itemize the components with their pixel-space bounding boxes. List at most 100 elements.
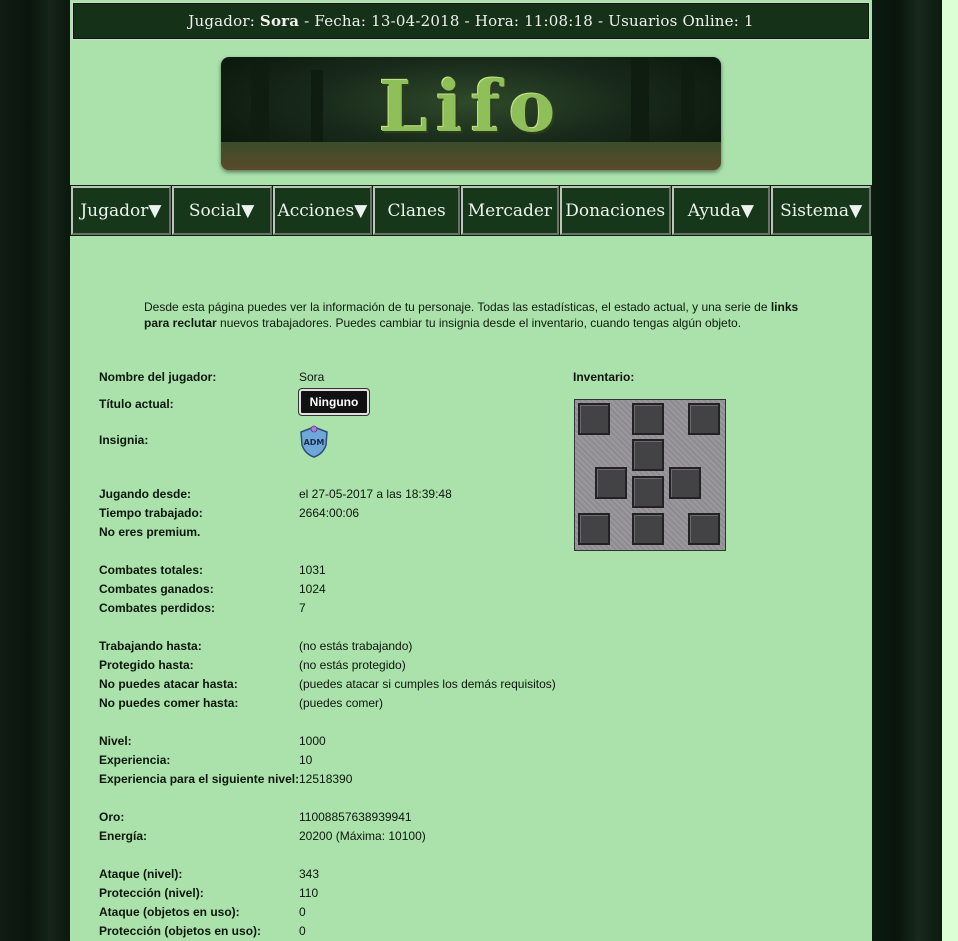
- site-banner[interactable]: Lifo: [221, 57, 721, 170]
- stat-label: Protección (objetos en uso):: [99, 924, 262, 938]
- stat-value: 12518390: [299, 772, 353, 786]
- intro-part-1: Desde esta página puedes ver la informac…: [144, 300, 771, 314]
- stat-label: Protegido hasta:: [99, 658, 194, 672]
- intro-part-2: nuevos trabajadores. Puedes cambiar tu i…: [216, 316, 742, 330]
- inventory-slot[interactable]: [688, 513, 720, 545]
- stat-row: Energía: 20200 (Máxima: 10100): [99, 829, 619, 847]
- stat-label: Experiencia:: [99, 753, 171, 767]
- stat-value: 2664:00:06: [299, 506, 360, 520]
- stat-value: Sora: [299, 370, 325, 384]
- inventory-slot[interactable]: [632, 513, 664, 545]
- stat-value: 1031: [299, 563, 326, 577]
- stat-row: Combates ganados: 1024: [99, 582, 619, 600]
- stat-label: Combates ganados:: [99, 582, 214, 596]
- stat-value: 10: [299, 753, 313, 767]
- stat-row: Insignia:: [99, 433, 619, 451]
- stat-value: 0: [299, 924, 306, 938]
- player-name: Sora: [259, 12, 300, 30]
- stat-row: Ataque (objetos en uso): 0: [99, 905, 619, 923]
- insignia-shield-icon: ADM: [300, 425, 328, 458]
- nav-ayuda[interactable]: Ayuda▼: [671, 186, 771, 235]
- nav-jugador[interactable]: Jugador▼: [71, 186, 171, 235]
- stat-value: 11008857638939941: [299, 810, 412, 824]
- stat-row: Jugando desde: el 27-05-2017 a las 18:39:…: [99, 487, 619, 505]
- stat-value: (puedes comer): [299, 696, 384, 710]
- stat-row: Oro: 11008857638939941: [99, 810, 619, 828]
- stat-value: 20200 (Máxima: 10100): [299, 829, 426, 843]
- stat-row: Trabajando hasta: (no estás trabajando): [99, 639, 619, 657]
- stat-value: (puedes atacar si cumples los demás requ…: [299, 677, 556, 691]
- stat-label: No puedes comer hasta:: [99, 696, 239, 710]
- nav-social[interactable]: Social▼: [171, 186, 272, 235]
- inventory-slot[interactable]: [578, 403, 610, 435]
- stat-value: 1000: [299, 734, 326, 748]
- stat-label: Combates perdidos:: [99, 601, 216, 615]
- stat-row: No puedes comer hasta: (puedes comer): [99, 696, 619, 714]
- nav-acciones[interactable]: Acciones▼: [272, 186, 373, 235]
- inventory-label: Inventario:: [573, 370, 635, 384]
- main-nav: Jugador▼ Social▼ Acciones▼ Clanes Mercad…: [70, 185, 872, 236]
- online-count: 1: [743, 12, 754, 30]
- date-label: Fecha:: [314, 12, 367, 30]
- stat-label: Ataque (nivel):: [99, 867, 183, 881]
- title-badge: Ninguno: [299, 389, 369, 415]
- stat-row: Protección (nivel): 110: [99, 886, 619, 904]
- time-value: 11:08:18: [524, 12, 594, 30]
- stat-row: Tiempo trabajado: 2664:00:06: [99, 506, 619, 524]
- inventory-slot[interactable]: [688, 403, 720, 435]
- inventory-slot[interactable]: [632, 403, 664, 435]
- stat-row: Protección (objetos en uso): 0: [99, 924, 619, 941]
- inventory-slot[interactable]: [595, 467, 627, 499]
- stat-row: Protegido hasta: (no estás protegido): [99, 658, 619, 676]
- stat-row: Combates totales: 1031: [99, 563, 619, 581]
- page-container: Jugador: Sora - Fecha: 13-04-2018 - Hora…: [70, 0, 872, 941]
- status-bar: Jugador: Sora - Fecha: 13-04-2018 - Hora…: [72, 2, 870, 40]
- intro-text: Desde esta página puedes ver la informac…: [144, 299, 814, 331]
- stat-value: (no estás trabajando): [299, 639, 413, 653]
- inventory-panel: [574, 399, 726, 551]
- stat-label: Nivel:: [99, 734, 132, 748]
- player-label: Jugador:: [188, 12, 255, 30]
- stat-label: Título actual:: [99, 397, 174, 411]
- stat-row: Nombre del jugador: Sora: [99, 370, 619, 388]
- stat-value: 110: [299, 886, 319, 900]
- stat-label: Combates totales:: [99, 563, 204, 577]
- stat-value: 1024: [299, 582, 326, 596]
- online-label: Usuarios Online:: [608, 12, 740, 30]
- nav-clanes[interactable]: Clanes: [373, 186, 461, 235]
- stat-label: Jugando desde:: [99, 487, 192, 501]
- inventory-slot[interactable]: [632, 439, 664, 471]
- nav-donaciones[interactable]: Donaciones: [559, 186, 671, 235]
- stat-label: No eres premium.: [99, 525, 201, 539]
- stat-value: 343: [299, 867, 320, 881]
- stat-label: Oro:: [99, 810, 125, 824]
- stat-row: Experiencia para el siguiente nivel: 1251…: [99, 772, 619, 790]
- stat-label: Trabajando hasta:: [99, 639, 202, 653]
- inventory-slot[interactable]: [578, 513, 610, 545]
- stat-value: el 27-05-2017 a las 18:39:48: [299, 487, 452, 501]
- time-label: Hora:: [474, 12, 520, 30]
- insignia-text: ADM: [304, 438, 325, 447]
- stat-label: Insignia:: [99, 433, 149, 447]
- stat-label: Experiencia para el siguiente nivel:: [99, 772, 300, 786]
- stat-row: Ataque (nivel): 343: [99, 867, 619, 885]
- date-value: 13-04-2018: [371, 12, 460, 30]
- stat-label: Ataque (objetos en uso):: [99, 905, 240, 919]
- stat-label: Energía:: [99, 829, 148, 843]
- stat-label: Nombre del jugador:: [99, 370, 217, 384]
- stat-label: Protección (nivel):: [99, 886, 204, 900]
- stat-value: 0: [299, 905, 306, 919]
- inventory-slot[interactable]: [632, 476, 664, 508]
- inventory-slot[interactable]: [669, 467, 701, 499]
- stat-row: No puedes atacar hasta: (puedes atacar si…: [99, 677, 619, 695]
- nav-sistema[interactable]: Sistema▼: [771, 186, 871, 235]
- stat-value: (no estás protegido): [299, 658, 406, 672]
- stat-row: Nivel: 1000: [99, 734, 619, 752]
- stat-label: Tiempo trabajado:: [99, 506, 203, 520]
- stat-row: Combates perdidos: 7: [99, 601, 619, 619]
- site-logo: Lifo: [378, 65, 564, 148]
- stat-value: 7: [299, 601, 306, 615]
- stat-label: No puedes atacar hasta:: [99, 677, 238, 691]
- nav-mercader[interactable]: Mercader: [461, 186, 559, 235]
- stat-row: No eres premium.: [99, 525, 619, 543]
